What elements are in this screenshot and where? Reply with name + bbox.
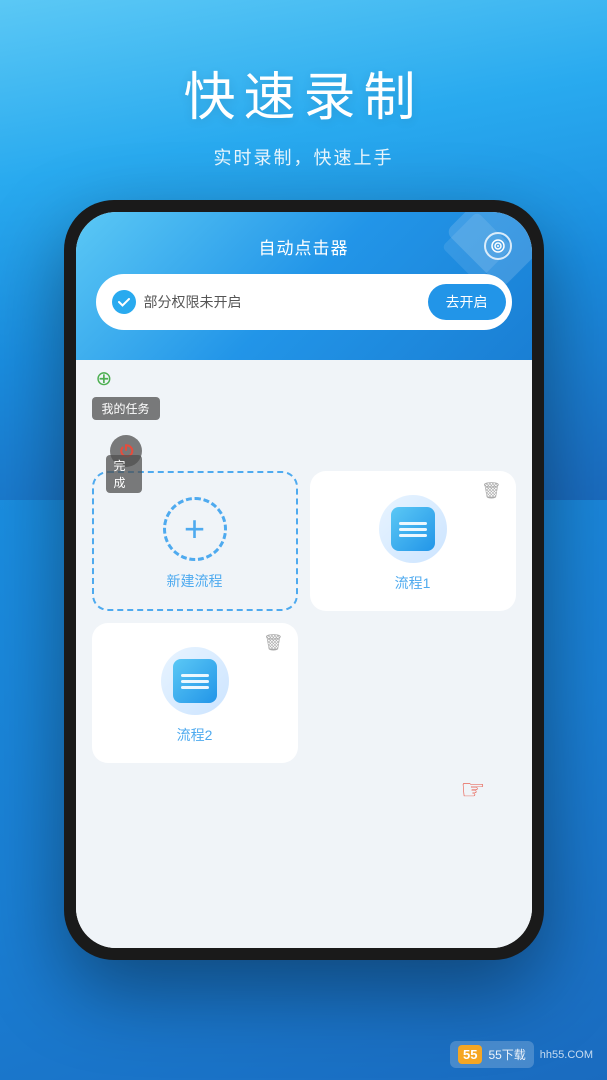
flow1-doc-icon-wrapper xyxy=(379,495,447,563)
move-handle-area: ⊕ xyxy=(76,360,532,397)
flow-1-card[interactable]: 🗑 流程1 xyxy=(310,471,516,611)
flow2-doc-icon xyxy=(173,659,217,703)
cursor-area: ☞ xyxy=(92,773,516,806)
header-decoration xyxy=(412,212,532,312)
flow1-label: 流程1 xyxy=(395,573,431,593)
flow2-doc-icon-wrapper xyxy=(161,647,229,715)
hero-section: 快速录制 实时录制，快速上手 xyxy=(183,55,423,170)
permission-check-icon xyxy=(112,290,136,314)
doc-line-6 xyxy=(181,686,209,689)
watermark-number: 55 xyxy=(458,1045,482,1064)
doc-line-4 xyxy=(181,674,209,677)
doc-line-1 xyxy=(399,522,427,525)
doc-line-3 xyxy=(399,534,427,537)
move-cross-icon[interactable]: ⊕ xyxy=(96,366,113,391)
doc-line-2 xyxy=(399,528,427,531)
flow2-label: 流程2 xyxy=(177,725,213,745)
watermark-text: 55下载 xyxy=(488,1046,525,1063)
task-section: 我的任务 完成 xyxy=(92,397,516,467)
click-cursor-icon: ☞ xyxy=(460,773,485,806)
empty-cell xyxy=(310,623,516,763)
phone-mockup: 自动点击器 xyxy=(64,200,544,960)
flow-row-2: 🗑 流程2 xyxy=(92,623,516,763)
delete-flow2-icon[interactable]: 🗑 xyxy=(263,633,283,653)
doc-line-5 xyxy=(181,680,209,683)
done-badge: 完成 xyxy=(106,455,142,493)
page-wrapper: 快速录制 实时录制，快速上手 自动点击器 xyxy=(0,0,607,1080)
phone-screen: 自动点击器 xyxy=(76,212,532,948)
plus-icon: + xyxy=(163,497,227,561)
delete-flow1-icon[interactable]: 🗑 xyxy=(481,481,501,501)
hero-subtitle: 实时录制，快速上手 xyxy=(183,144,423,170)
permission-text: 部分权限未开启 xyxy=(144,292,420,312)
watermark: 55 55下载 hh55.COM xyxy=(450,1041,593,1068)
new-flow-label: 新建流程 xyxy=(167,571,223,591)
phone-header: 自动点击器 xyxy=(76,212,532,360)
flow-row-1: + 新建流程 🗑 流程1 xyxy=(92,471,516,611)
watermark-domain: hh55.COM xyxy=(540,1049,593,1061)
watermark-box: 55 55下载 xyxy=(450,1041,534,1068)
flow1-doc-icon xyxy=(391,507,435,551)
flow-2-card[interactable]: 🗑 流程2 xyxy=(92,623,298,763)
hero-title: 快速录制 xyxy=(183,55,423,130)
phone-content: 我的任务 完成 xyxy=(76,397,532,948)
